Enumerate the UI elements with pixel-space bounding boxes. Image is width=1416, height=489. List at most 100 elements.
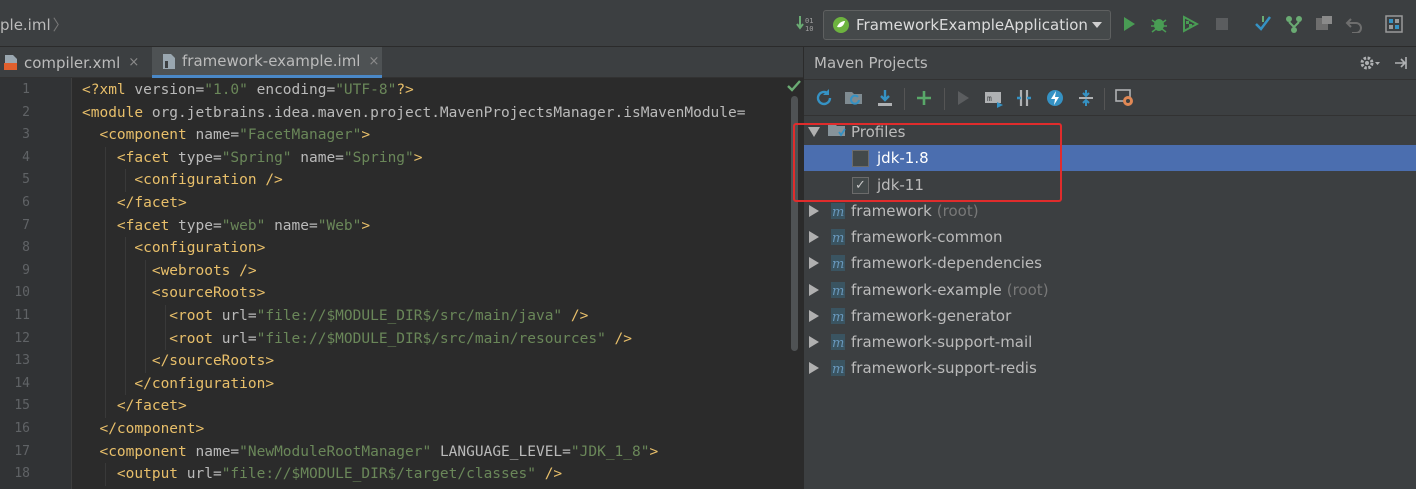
line-number-gutter: 1 2 3 4 5 6 7 8 9 10 11 12 13 14 15 16 17 18 (0, 78, 72, 489)
line-number: 4 (22, 149, 30, 165)
indent-guide (125, 259, 126, 283)
code-line[interactable]: <?xml version="1.0" encoding="UTF-8"?> (82, 79, 414, 101)
expand-arrow-icon[interactable] (809, 336, 819, 348)
toggle-offline-icon[interactable] (1013, 88, 1035, 108)
code-line[interactable]: <configuration> (82, 237, 265, 259)
tree-node-project[interactable]: m framework-example (root) (804, 277, 1416, 303)
indent-guide (125, 169, 126, 192)
code-token: /> (605, 330, 633, 347)
code-line[interactable]: <configuration /> (82, 169, 283, 191)
code-token: <configuration /> (82, 172, 283, 189)
collapse-all-icon[interactable] (1075, 88, 1097, 108)
add-icon[interactable] (913, 88, 935, 108)
code-editor[interactable]: 1 2 3 4 5 6 7 8 9 10 11 12 13 14 15 16 17 18 <?xml versio… (0, 78, 803, 489)
code-line[interactable]: <sourceRoots> (82, 282, 266, 304)
project-label: framework-support-mail (851, 333, 1033, 351)
tree-node-project[interactable]: m framework-support-mail (804, 329, 1416, 355)
code-area[interactable]: <?xml version="1.0" encoding="UTF-8"?> <m… (82, 78, 787, 489)
code-line[interactable]: <component name="NewModuleRootManager" L… (82, 441, 658, 463)
stop-icon[interactable] (1212, 14, 1232, 34)
code-token: /> (562, 308, 589, 324)
expand-arrow-icon[interactable] (809, 257, 819, 270)
code-line[interactable]: </component> (82, 418, 204, 440)
refresh-icon[interactable] (813, 88, 835, 108)
close-icon[interactable]: × (368, 54, 379, 69)
run-configuration-selector[interactable]: FrameworkExampleApplication (823, 10, 1111, 40)
code-token: type= (178, 217, 222, 234)
code-token: </facet> (82, 195, 187, 211)
code-line[interactable]: </facet> (82, 192, 187, 214)
structure-icon[interactable] (1384, 14, 1404, 34)
tree-node-project[interactable]: m framework-common (804, 224, 1416, 250)
expand-arrow-icon[interactable] (809, 362, 819, 375)
code-token: <component (82, 127, 196, 144)
tab-framework-example-iml[interactable]: framework-example.iml × (152, 47, 382, 78)
download-icon[interactable] (874, 88, 896, 108)
project-root-suffix: (root) (1006, 280, 1049, 299)
breadcrumb[interactable]: ple.iml 〉 (0, 14, 68, 35)
expand-arrow-icon[interactable] (809, 283, 819, 296)
code-token: url= (221, 330, 257, 347)
project-label: framework (851, 202, 932, 220)
expand-arrow-icon[interactable] (809, 309, 819, 322)
code-token: name= (291, 149, 344, 166)
line-number: 8 (22, 240, 30, 256)
inspection-ok-icon[interactable] (787, 80, 801, 96)
code-line[interactable]: <component name="FacetManager"> (82, 124, 370, 146)
svg-text:m: m (832, 362, 844, 377)
svg-text:01: 01 (805, 17, 813, 25)
vcs-commit-icon[interactable] (1253, 14, 1273, 34)
line-number: 14 (14, 375, 30, 391)
code-line[interactable]: <root url="file://$MODULE_DIR$/src/main/… (82, 305, 588, 327)
execute-icon[interactable] (952, 88, 974, 108)
code-token: "Spring" (221, 149, 292, 166)
code-token: name= (195, 127, 240, 144)
reimport-icon[interactable] (843, 88, 865, 108)
svg-text:m: m (832, 310, 844, 325)
tab-compiler-xml[interactable]: compiler.xml × (4, 47, 152, 78)
project-label: framework-generator (851, 306, 1012, 325)
code-line[interactable]: </facet> (82, 395, 187, 417)
tree-node-project[interactable]: m framework-support-redis (804, 355, 1416, 381)
vcs-branch-icon[interactable] (1284, 14, 1304, 34)
maven-module-icon: m (830, 333, 846, 351)
code-token: ?> (396, 82, 414, 98)
maven-module-icon: m (830, 254, 846, 272)
run-icon[interactable] (1119, 14, 1139, 34)
svg-text:m: m (832, 257, 844, 272)
line-number: 10 (14, 285, 30, 301)
tree-node-project[interactable]: m framework-dependencies (804, 250, 1416, 276)
code-line[interactable]: <webroots /> (82, 260, 257, 282)
code-line[interactable]: <output url="file://$MODULE_DIR$/target/… (82, 463, 562, 485)
code-token: "web" (221, 217, 266, 234)
coverage-icon[interactable] (1180, 14, 1200, 34)
skip-tests-icon[interactable] (1044, 88, 1066, 108)
breadcrumb-file[interactable]: ple.iml (0, 16, 51, 34)
code-line[interactable]: <module org.jetbrains.idea.maven.project… (82, 102, 745, 124)
project-label: framework-support-redis (851, 359, 1037, 378)
gear-icon[interactable] (1359, 54, 1381, 76)
code-token: org.jetbrains.idea.maven.project.MavenPr… (151, 104, 746, 121)
close-icon[interactable]: × (128, 55, 139, 70)
expand-arrow-icon[interactable] (809, 231, 819, 244)
tree-node-project[interactable]: m framework-generator (804, 303, 1416, 329)
code-token: <root (82, 308, 222, 324)
code-line[interactable]: <facet type="web" name="Web"> (82, 215, 370, 237)
indent-guide (145, 327, 146, 351)
line-number: 6 (22, 195, 30, 210)
svg-text:m: m (832, 336, 844, 351)
debug-icon[interactable] (1149, 14, 1169, 34)
code-line[interactable]: </configuration> (82, 373, 274, 395)
hide-icon[interactable] (1393, 54, 1409, 76)
code-line[interactable]: <facet type="Spring" name="Spring"> (82, 147, 423, 169)
settings-icon[interactable] (1314, 14, 1334, 34)
line-number: 15 (14, 398, 30, 414)
undo-icon[interactable] (1344, 14, 1364, 34)
code-line[interactable]: </sourceRoots> (82, 350, 274, 372)
indent-guide (145, 282, 146, 305)
run-goal-icon[interactable]: m (983, 88, 1005, 108)
code-token: /> (535, 466, 563, 483)
maven-settings-icon[interactable] (1114, 88, 1136, 108)
vcs-update-icon[interactable]: 01 10 (795, 14, 815, 34)
expand-arrow-icon[interactable] (809, 205, 819, 217)
